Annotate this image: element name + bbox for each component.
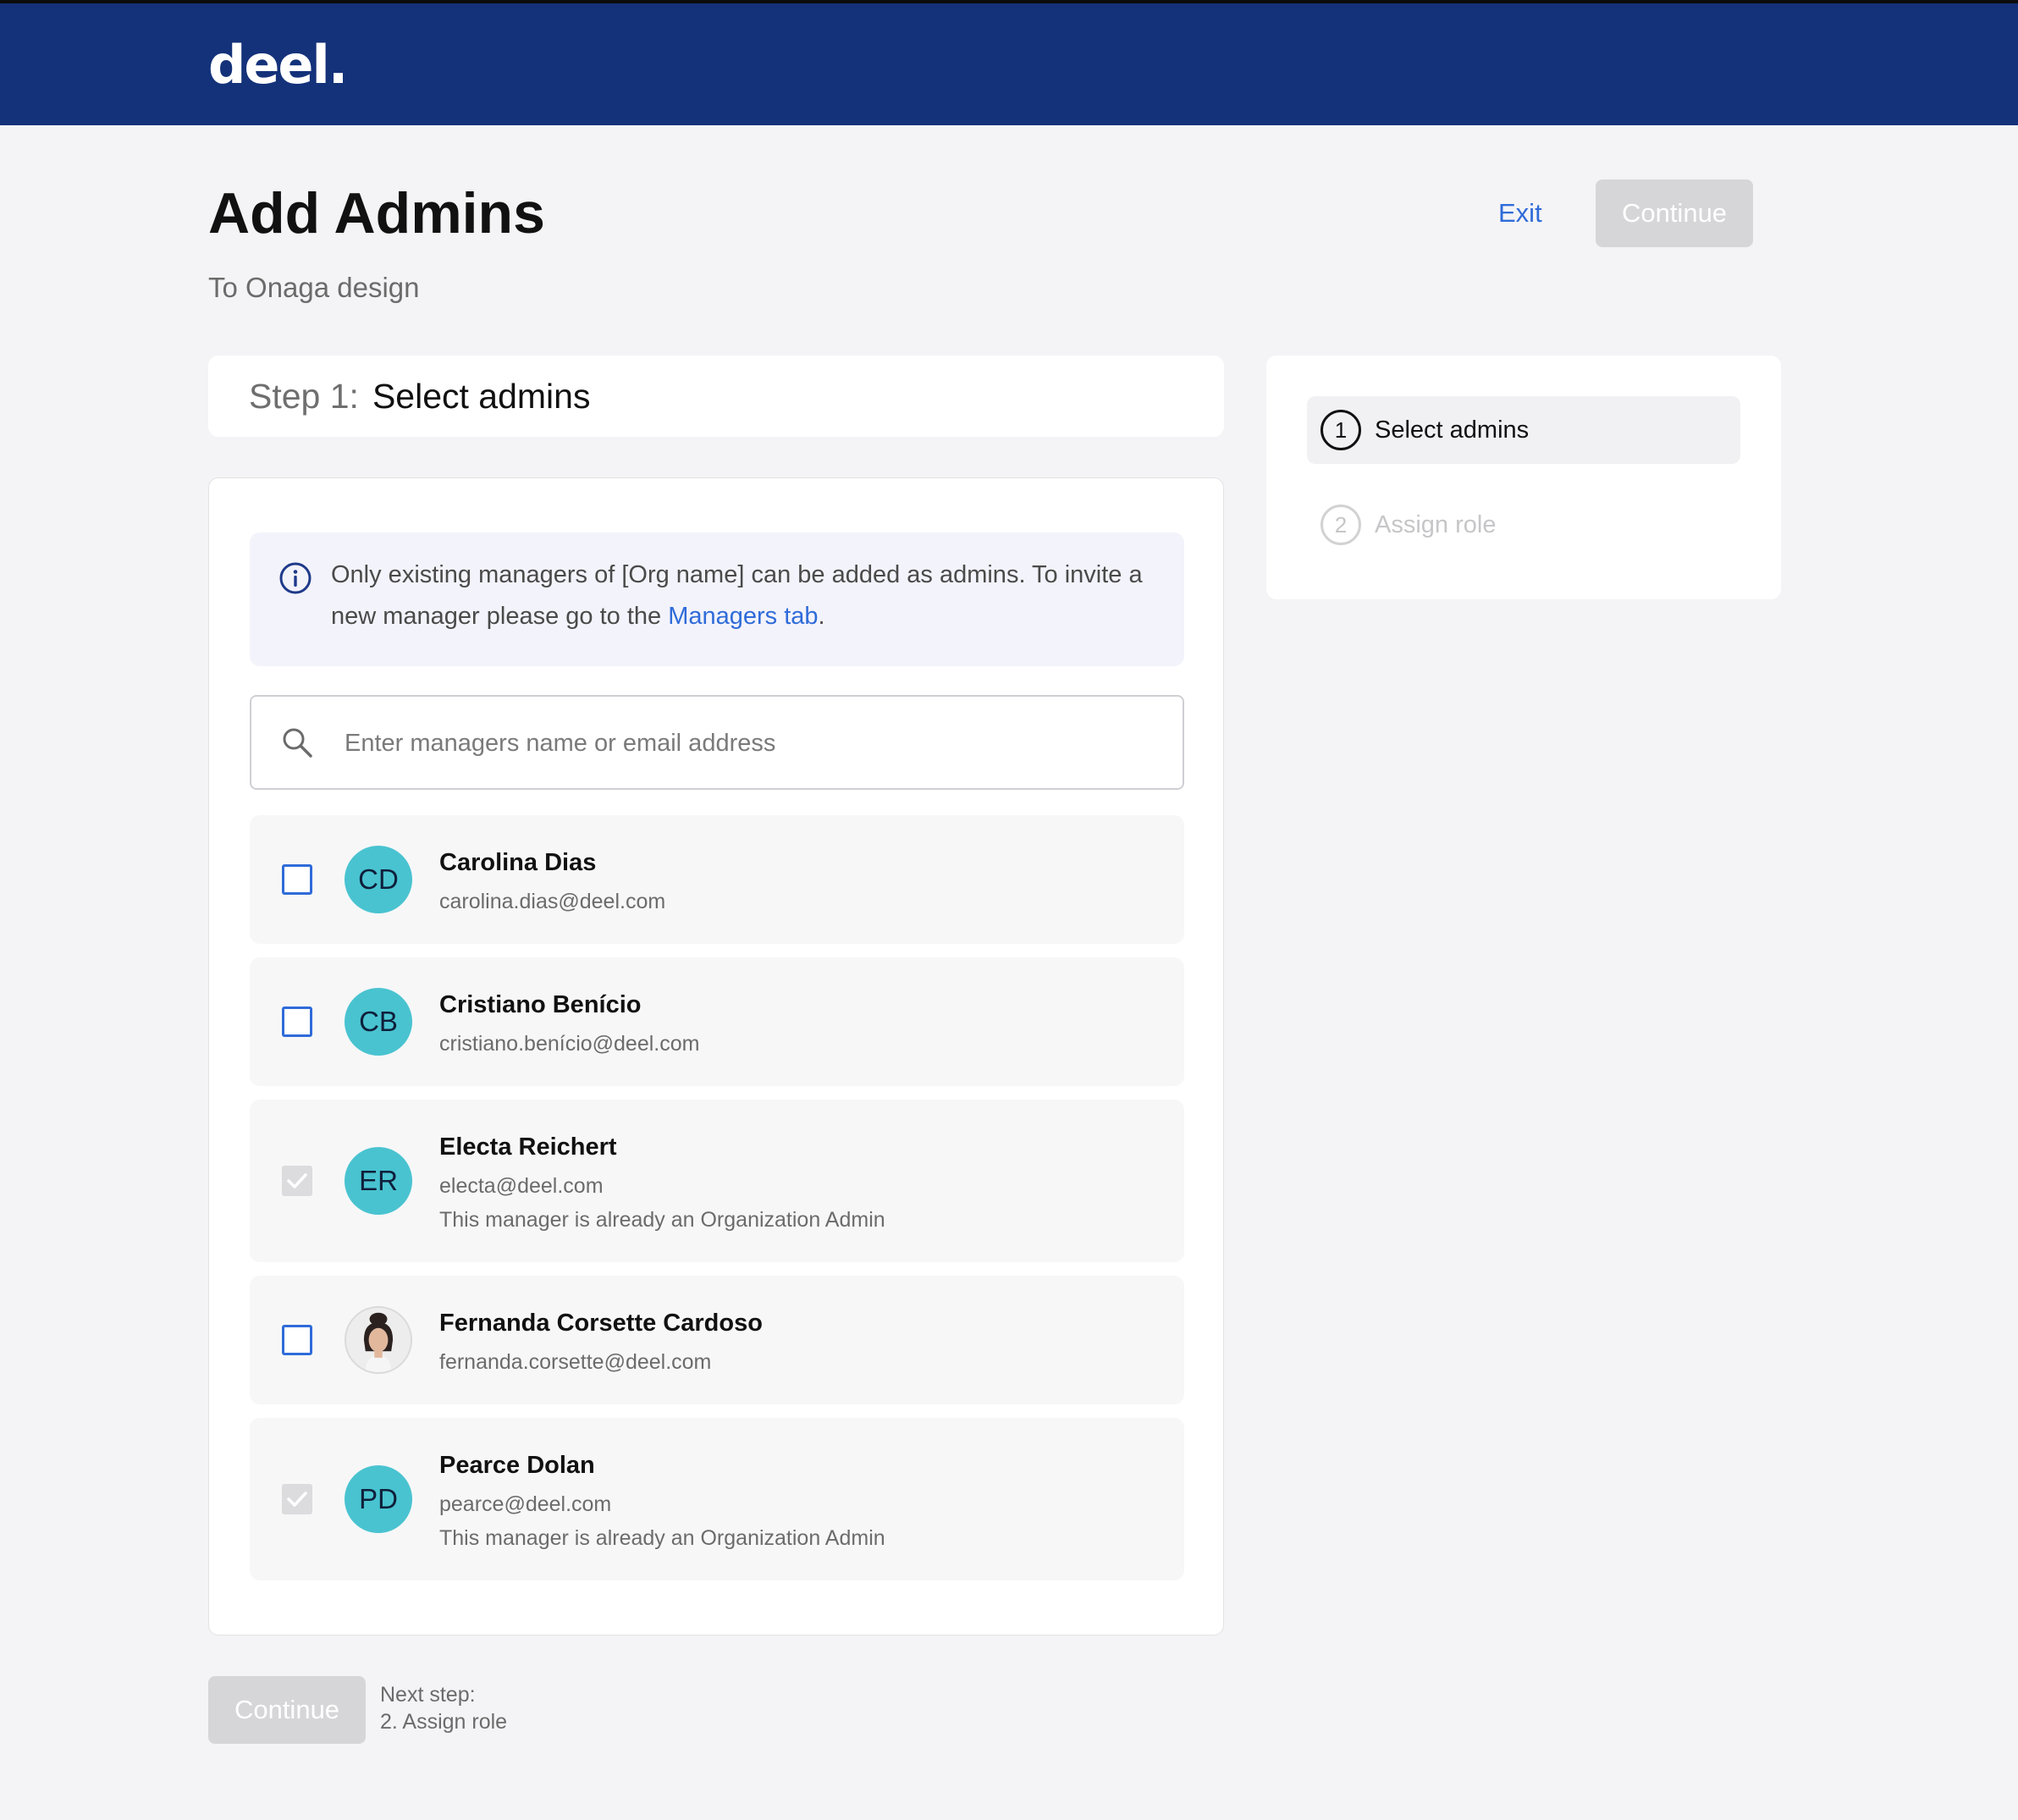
deel-logo[interactable]: deel.	[208, 36, 348, 95]
step-item-select-admins[interactable]: 1 Select admins	[1307, 396, 1740, 464]
manager-row-electa-reichert: ER Electa Reichert electa@deel.com This …	[250, 1100, 1184, 1262]
manager-name: Electa Reichert	[439, 1133, 617, 1161]
manager-email: fernanda.corsette@deel.com	[439, 1350, 712, 1374]
steps-sidebar: 1 Select admins 2 Assign role	[1266, 356, 1781, 599]
search-input[interactable]	[343, 720, 1159, 766]
page-subtitle: To Onaga design	[208, 272, 420, 303]
info-message: Only existing managers of [Org name] can…	[331, 554, 1161, 637]
select-admins-card: Only existing managers of [Org name] can…	[208, 477, 1224, 1635]
manager-name: Pearce Dolan	[439, 1452, 595, 1479]
step-number-badge: 1	[1321, 410, 1361, 450]
step-label: Assign role	[1375, 511, 1497, 538]
step-title: Select admins	[372, 376, 591, 416]
manager-row-pearce-dolan: PD Pearce Dolan pearce@deel.com This man…	[250, 1418, 1184, 1580]
info-icon	[279, 562, 312, 594]
avatar-photo	[345, 1306, 412, 1374]
info-banner: Only existing managers of [Org name] can…	[250, 532, 1184, 666]
step-header: Step 1: Select admins	[208, 356, 1224, 437]
manager-email: pearce@deel.com	[439, 1492, 612, 1516]
checked-disabled-checkbox	[282, 1166, 312, 1196]
manager-name: Fernanda Corsette Cardoso	[439, 1310, 763, 1337]
info-suffix: .	[818, 603, 825, 630]
checked-disabled-checkbox	[282, 1484, 312, 1514]
step-item-assign-role: 2 Assign role	[1307, 491, 1740, 559]
manager-name: Cristiano Benício	[439, 991, 642, 1018]
manager-row-carolina-dias[interactable]: CD Carolina Dias carolina.dias@deel.com	[250, 815, 1184, 944]
manager-row-cristiano-benicio[interactable]: CB Cristiano Benício cristiano.benício@d…	[250, 957, 1184, 1086]
step-number-label: Step 1:	[249, 376, 359, 416]
select-checkbox[interactable]	[282, 1007, 312, 1037]
managers-tab-link[interactable]: Managers tab	[668, 603, 818, 630]
manager-email: cristiano.benício@deel.com	[439, 1032, 700, 1056]
manager-row-fernanda-corsette-cardoso[interactable]: Fernanda Corsette Cardoso fernanda.corse…	[250, 1276, 1184, 1404]
step-number-badge: 2	[1321, 505, 1361, 545]
admin-status-note: This manager is already an Organization …	[439, 1526, 885, 1550]
select-checkbox[interactable]	[282, 1325, 312, 1355]
person-photo-icon	[346, 1308, 411, 1372]
search-icon	[283, 728, 312, 758]
search-field[interactable]	[250, 695, 1184, 790]
top-navigation-bar: deel.	[0, 0, 2018, 125]
manager-name: Carolina Dias	[439, 849, 597, 876]
select-checkbox[interactable]	[282, 864, 312, 895]
step-label: Select admins	[1375, 416, 1530, 444]
continue-button-top[interactable]: Continue	[1596, 179, 1753, 247]
page-title: Add Admins	[208, 181, 545, 245]
next-step-label: Next step:	[380, 1683, 476, 1707]
manager-email: electa@deel.com	[439, 1174, 604, 1198]
avatar: ER	[345, 1147, 412, 1215]
avatar: PD	[345, 1465, 412, 1533]
admin-status-note: This manager is already an Organization …	[439, 1208, 885, 1232]
exit-link[interactable]: Exit	[1498, 195, 1542, 232]
avatar: CD	[345, 846, 412, 913]
manager-email: carolina.dias@deel.com	[439, 890, 666, 913]
next-step-value: 2. Assign role	[380, 1710, 508, 1734]
avatar: CB	[345, 988, 412, 1056]
continue-button-bottom[interactable]: Continue	[208, 1676, 366, 1744]
